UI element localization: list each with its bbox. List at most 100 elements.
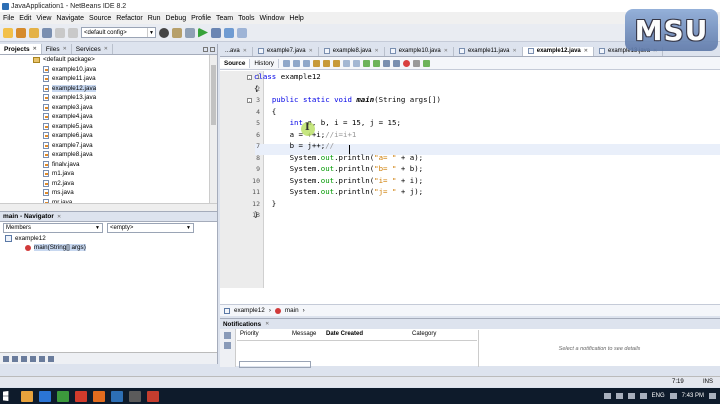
tree-item-file[interactable]: example11.java xyxy=(3,74,217,84)
tree-item-file[interactable]: m1.java xyxy=(3,169,217,179)
column-date-created[interactable]: Date Created xyxy=(323,331,409,340)
settings-icon[interactable] xyxy=(159,27,169,38)
tree-item-file-selected[interactable]: example12.java xyxy=(3,84,217,94)
breadcrumb-method[interactable]: main xyxy=(285,307,299,314)
menu-edit[interactable]: Edit xyxy=(19,15,31,22)
filter-icon[interactable] xyxy=(39,355,45,362)
menu-profile[interactable]: Profile xyxy=(191,15,211,22)
open-project-icon[interactable] xyxy=(29,27,39,38)
menu-view[interactable]: View xyxy=(36,15,51,22)
uncomment-icon[interactable] xyxy=(392,59,400,67)
tree-item-file[interactable]: example3.java xyxy=(3,103,217,113)
tab-services[interactable]: Services ✕ xyxy=(72,44,113,54)
file-explorer-icon[interactable] xyxy=(21,390,33,402)
scrollbar-thumb[interactable] xyxy=(211,65,216,125)
run-icon[interactable] xyxy=(198,27,208,38)
shift-right-icon[interactable] xyxy=(372,59,380,67)
app-icon[interactable] xyxy=(129,390,141,402)
editor-tab[interactable]: ...ava ✕ xyxy=(220,47,253,56)
close-icon[interactable]: ✕ xyxy=(57,214,61,220)
diff-icon[interactable] xyxy=(422,59,430,67)
find-next-icon[interactable] xyxy=(332,59,340,67)
source-button[interactable]: Source xyxy=(220,58,251,68)
toggle-highlight-icon[interactable] xyxy=(342,59,350,67)
history-button[interactable]: History xyxy=(250,58,279,68)
profile-icon[interactable] xyxy=(224,27,234,38)
shift-left-icon[interactable] xyxy=(362,59,370,67)
close-icon[interactable]: ✕ xyxy=(243,48,247,54)
menu-run[interactable]: Run xyxy=(148,15,161,22)
minimize-icon[interactable] xyxy=(203,46,208,52)
start-macro-icon[interactable] xyxy=(412,59,420,67)
code-area[interactable]: 1 2 3 4 5 6 7 8 9 10 11 12 13 - - class … xyxy=(220,71,720,288)
close-icon[interactable]: ✕ xyxy=(584,48,588,54)
notifications-search-input[interactable] xyxy=(239,361,311,368)
stop-macro-icon[interactable] xyxy=(402,59,410,67)
close-icon[interactable]: ✕ xyxy=(375,48,379,54)
maximize-icon[interactable] xyxy=(210,46,215,52)
filter-icon[interactable] xyxy=(12,355,18,362)
clean-build-icon[interactable] xyxy=(185,27,195,38)
fold-icon[interactable]: - xyxy=(247,75,252,80)
close-icon[interactable]: ✕ xyxy=(513,48,517,54)
tree-item-file[interactable]: example7.java xyxy=(3,141,217,151)
forward-icon[interactable] xyxy=(302,59,310,67)
menu-refactor[interactable]: Refactor xyxy=(116,15,142,22)
tree-item-file[interactable]: example13.java xyxy=(3,93,217,103)
new-project-icon[interactable] xyxy=(16,27,26,38)
tree-item-file[interactable]: finalv.java xyxy=(3,160,217,170)
menu-tools[interactable]: Tools xyxy=(238,15,254,22)
netbeans-taskbar-icon[interactable] xyxy=(111,390,123,402)
tree-item-file[interactable]: m2.java xyxy=(3,179,217,189)
tree-item-file[interactable]: example6.java xyxy=(3,131,217,141)
filter-icon[interactable] xyxy=(30,355,36,362)
tab-projects[interactable]: Projects ✕ xyxy=(0,44,42,54)
wifi-icon[interactable] xyxy=(627,393,635,399)
toggle-bookmark-icon[interactable] xyxy=(352,59,360,67)
project-tree-scrollbar[interactable] xyxy=(209,55,217,211)
tree-item-default-package[interactable]: <default package> xyxy=(3,55,217,65)
close-icon[interactable]: ✕ xyxy=(104,46,108,52)
close-icon[interactable]: ✕ xyxy=(33,46,37,52)
members-select[interactable]: Members ▼ xyxy=(3,223,103,233)
menu-source[interactable]: Source xyxy=(89,15,111,22)
editor-tab-active[interactable]: example12.java ✕ xyxy=(522,47,594,56)
project-tree-hscrollbar[interactable] xyxy=(0,203,217,211)
find-icon[interactable] xyxy=(312,59,320,67)
filter-icon[interactable] xyxy=(21,355,27,362)
column-message[interactable]: Message xyxy=(289,331,323,340)
close-icon[interactable]: ✕ xyxy=(63,46,67,52)
menu-file[interactable]: File xyxy=(3,15,14,22)
editor-tab[interactable]: example11.java ✕ xyxy=(454,47,523,56)
menu-help[interactable]: Help xyxy=(289,15,303,22)
breadcrumb-class[interactable]: example12 xyxy=(234,307,265,314)
app-icon[interactable] xyxy=(75,390,87,402)
app-icon[interactable] xyxy=(147,390,159,402)
close-icon[interactable]: ✕ xyxy=(309,48,313,54)
tree-item-file[interactable]: ms.java xyxy=(3,188,217,198)
tab-files[interactable]: Files ✕ xyxy=(42,44,72,54)
menu-team[interactable]: Team xyxy=(216,15,233,22)
close-icon[interactable]: ✕ xyxy=(265,321,269,327)
column-category[interactable]: Category xyxy=(409,331,469,340)
build-icon[interactable] xyxy=(172,27,182,38)
tree-item-file[interactable]: example5.java xyxy=(3,122,217,132)
menu-navigate[interactable]: Navigate xyxy=(56,15,84,22)
clock[interactable]: 7:43 PM xyxy=(682,393,704,399)
editor-tab[interactable]: example10.java ✕ xyxy=(385,47,454,56)
tree-item-file[interactable]: example8.java xyxy=(3,150,217,160)
filter-icon[interactable] xyxy=(3,355,9,362)
menu-debug[interactable]: Debug xyxy=(166,15,187,22)
tree-item-file[interactable]: example10.java xyxy=(3,65,217,75)
windows-start-icon[interactable] xyxy=(3,390,9,402)
editor-tab[interactable]: example8.java ✕ xyxy=(319,47,385,56)
debug-icon[interactable] xyxy=(211,27,221,38)
config-combo[interactable]: <default config> ▼ xyxy=(81,27,156,38)
media-icon[interactable] xyxy=(57,390,69,402)
undo-icon[interactable] xyxy=(55,27,65,38)
new-file-icon[interactable] xyxy=(3,27,13,38)
navigator-class-item[interactable]: example12 xyxy=(3,234,217,243)
filter-icon[interactable] xyxy=(224,332,231,339)
keyboard-icon[interactable] xyxy=(669,393,677,399)
comment-icon[interactable] xyxy=(382,59,390,67)
